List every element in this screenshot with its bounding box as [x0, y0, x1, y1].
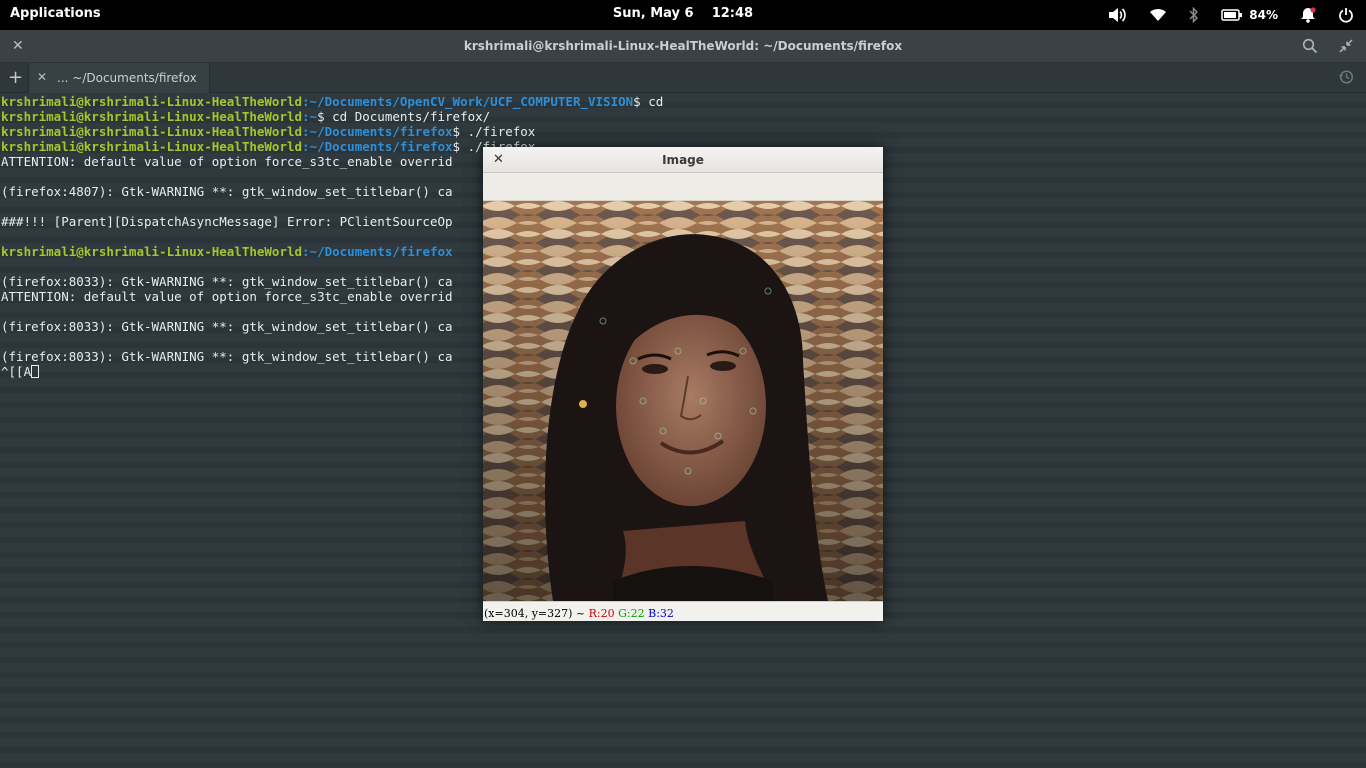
line-text: (firefox:8033): Gtk-WARNING **: gtk_wind…	[1, 349, 453, 364]
line-text: $ ./firefox	[452, 124, 536, 139]
history-icon[interactable]	[1338, 69, 1354, 89]
line-text: ^[[A	[1, 364, 32, 379]
green-value: G:22	[618, 607, 645, 620]
text-cursor	[31, 365, 40, 378]
prompt-path: :~/Documents/firefox	[302, 244, 453, 259]
prompt-user: krshrimali@krshrimali-Linux-HealTheWorld	[1, 139, 303, 154]
search-icon[interactable]	[1302, 38, 1318, 58]
battery-percent: 84%	[1249, 8, 1278, 22]
prompt-user: krshrimali@krshrimali-Linux-HealTheWorld	[1, 109, 303, 124]
blue-value: B:32	[648, 607, 674, 620]
line-text: (firefox:8033): Gtk-WARNING **: gtk_wind…	[1, 274, 453, 289]
volume-icon[interactable]	[1107, 5, 1127, 25]
prompt-user: krshrimali@krshrimali-Linux-HealTheWorld	[1, 244, 303, 259]
red-value: R:20	[588, 607, 615, 620]
terminal-headerbar: ✕ krshrimali@krshrimali-Linux-HealTheWor…	[0, 30, 1366, 63]
line-text: (firefox:8033): Gtk-WARNING **: gtk_wind…	[1, 319, 453, 334]
prompt-path: :~/Documents/OpenCV_Work/UCF_COMPUTER_VI…	[302, 94, 634, 109]
pixel-info-statusbar: (x=304, y=327) ~ R:20 G:22 B:32	[483, 601, 883, 621]
image-window-title: Image	[662, 153, 704, 167]
terminal-title: krshrimali@krshrimali-Linux-HealTheWorld…	[463, 39, 903, 53]
image-window-toolbar	[483, 174, 883, 201]
prompt-user: krshrimali@krshrimali-Linux-HealTheWorld	[1, 94, 303, 109]
terminal-tabbar: + ✕ ... ~/Documents/firefox	[0, 63, 1366, 93]
battery-icon[interactable]: 84%	[1221, 5, 1278, 25]
terminal-line: krshrimali@krshrimali-Linux-HealTheWorld…	[1, 124, 1366, 139]
prompt-path: :~	[302, 109, 318, 124]
line-text: $ cd Documents/firefox/	[317, 109, 491, 124]
image-window-close-icon[interactable]: ✕	[493, 152, 504, 167]
terminal-line: krshrimali@krshrimali-Linux-HealTheWorld…	[1, 109, 1366, 124]
tab-label: ... ~/Documents/firefox	[57, 71, 197, 85]
cursor-position: (x=304, y=327) ~	[484, 607, 589, 620]
prompt-path: :~/Documents/firefox	[302, 124, 453, 139]
portrait-photo	[483, 201, 883, 601]
terminal-line: krshrimali@krshrimali-Linux-HealTheWorld…	[1, 94, 1366, 109]
wifi-icon[interactable]	[1149, 5, 1167, 25]
system-tray: 84%	[1085, 5, 1354, 25]
tab-close-icon[interactable]: ✕	[37, 70, 47, 84]
prompt-path: :~/Documents/firefox	[302, 139, 453, 154]
applications-menu[interactable]: Applications	[10, 6, 101, 21]
line-text: (firefox:4807): Gtk-WARNING **: gtk_wind…	[1, 184, 453, 199]
image-window[interactable]: ✕ Image (x=304, y=327) ~ R:20 G:22 B:32	[483, 147, 883, 621]
top-panel: Applications Sun, May 6 12:48 84%	[0, 0, 1366, 30]
terminal-close-icon[interactable]: ✕	[12, 38, 24, 54]
tab-firefox[interactable]: ✕ ... ~/Documents/firefox	[28, 63, 210, 93]
bluetooth-icon[interactable]	[1189, 5, 1199, 25]
clock-time[interactable]: 12:48	[712, 6, 753, 21]
unmaximize-icon[interactable]	[1338, 38, 1354, 58]
image-window-titlebar[interactable]: ✕ Image	[483, 147, 883, 173]
line-text: ATTENTION: default value of option force…	[1, 154, 453, 169]
notifications-icon[interactable]	[1300, 5, 1316, 25]
line-text: $ cd	[633, 94, 664, 109]
power-icon[interactable]	[1338, 5, 1354, 25]
line-text: ATTENTION: default value of option force…	[1, 289, 453, 304]
prompt-user: krshrimali@krshrimali-Linux-HealTheWorld	[1, 124, 303, 139]
clock-date[interactable]: Sun, May 6	[613, 6, 694, 21]
new-tab-icon[interactable]: +	[8, 67, 23, 88]
